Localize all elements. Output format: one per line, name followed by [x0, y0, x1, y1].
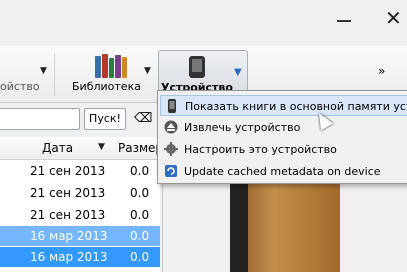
- toolbar-item-partial-label[interactable]: ойство: [0, 80, 40, 93]
- menu-item-update-metadata[interactable]: Update cached metadata on device: [160, 161, 407, 182]
- menu-item-configure[interactable]: Настроить это устройство: [160, 139, 407, 160]
- table-row[interactable]: 16 мар 2013 0.0: [0, 247, 160, 267]
- row-size: 0.0: [130, 250, 150, 264]
- library-icon: [93, 54, 127, 78]
- eject-icon: [164, 120, 178, 134]
- menu-item-eject[interactable]: Извлечь устройство: [160, 117, 407, 138]
- row-date: 16 мар 2013: [30, 229, 108, 243]
- gear-icon: [164, 142, 178, 156]
- minimize-button[interactable]: [337, 20, 351, 22]
- chevron-down-icon[interactable]: ▼: [234, 67, 242, 78]
- row-size: 0.0: [130, 186, 150, 200]
- table-row[interactable]: 21 сен 2013 0.0: [0, 183, 160, 203]
- chevron-down-icon[interactable]: ▼: [144, 66, 151, 76]
- menu-item-label: Показать книги в основной памяти устро: [185, 100, 407, 113]
- row-date: 21 сен 2013: [30, 164, 106, 178]
- search-input[interactable]: [0, 108, 80, 130]
- table-row[interactable]: 16 мар 2013 0.0: [0, 226, 160, 246]
- device-icon: [165, 99, 179, 113]
- row-date: 16 мар 2013: [30, 250, 108, 264]
- menu-item-show-main-memory[interactable]: Показать книги в основной памяти устро: [160, 95, 407, 116]
- toolbar-overflow-button[interactable]: »: [378, 64, 385, 78]
- toolbar-separator: [54, 54, 55, 96]
- search-row: Пуск! ⌫: [0, 103, 165, 135]
- row-size: 0.0: [130, 164, 150, 178]
- menu-item-label: Настроить это устройство: [184, 143, 337, 156]
- search-go-button[interactable]: Пуск!: [84, 108, 126, 130]
- row-date: 21 сен 2013: [30, 186, 106, 200]
- book-list-header: Дата ▼ Размер: [0, 137, 163, 160]
- library-button[interactable]: Библиотека: [72, 80, 141, 93]
- row-size: 0.0: [130, 208, 150, 222]
- table-row[interactable]: 21 сен 2013 0.0: [0, 205, 160, 225]
- refresh-icon: [164, 164, 178, 178]
- menu-item-label: Update cached metadata on device: [184, 165, 381, 178]
- device-dropdown-menu: Показать книги в основной памяти устро И…: [157, 90, 407, 184]
- menu-item-label: Извлечь устройство: [184, 121, 301, 134]
- sort-chevron-icon[interactable]: ▼: [98, 142, 105, 152]
- device-icon: [189, 56, 205, 78]
- title-bar: ✕: [0, 0, 407, 46]
- row-size: 0.0: [130, 229, 150, 243]
- table-row[interactable]: 21 сен 2013 0.0: [0, 161, 160, 181]
- clear-search-icon[interactable]: ⌫: [134, 111, 152, 126]
- row-date: 21 сен 2013: [30, 208, 106, 222]
- chevron-down-icon[interactable]: ▼: [40, 66, 47, 76]
- column-header-date[interactable]: Дата: [42, 141, 73, 155]
- close-button[interactable]: ✕: [385, 8, 402, 28]
- book-list: Дата ▼ Размер 21 сен 2013 0.0 21 сен 201…: [0, 137, 163, 272]
